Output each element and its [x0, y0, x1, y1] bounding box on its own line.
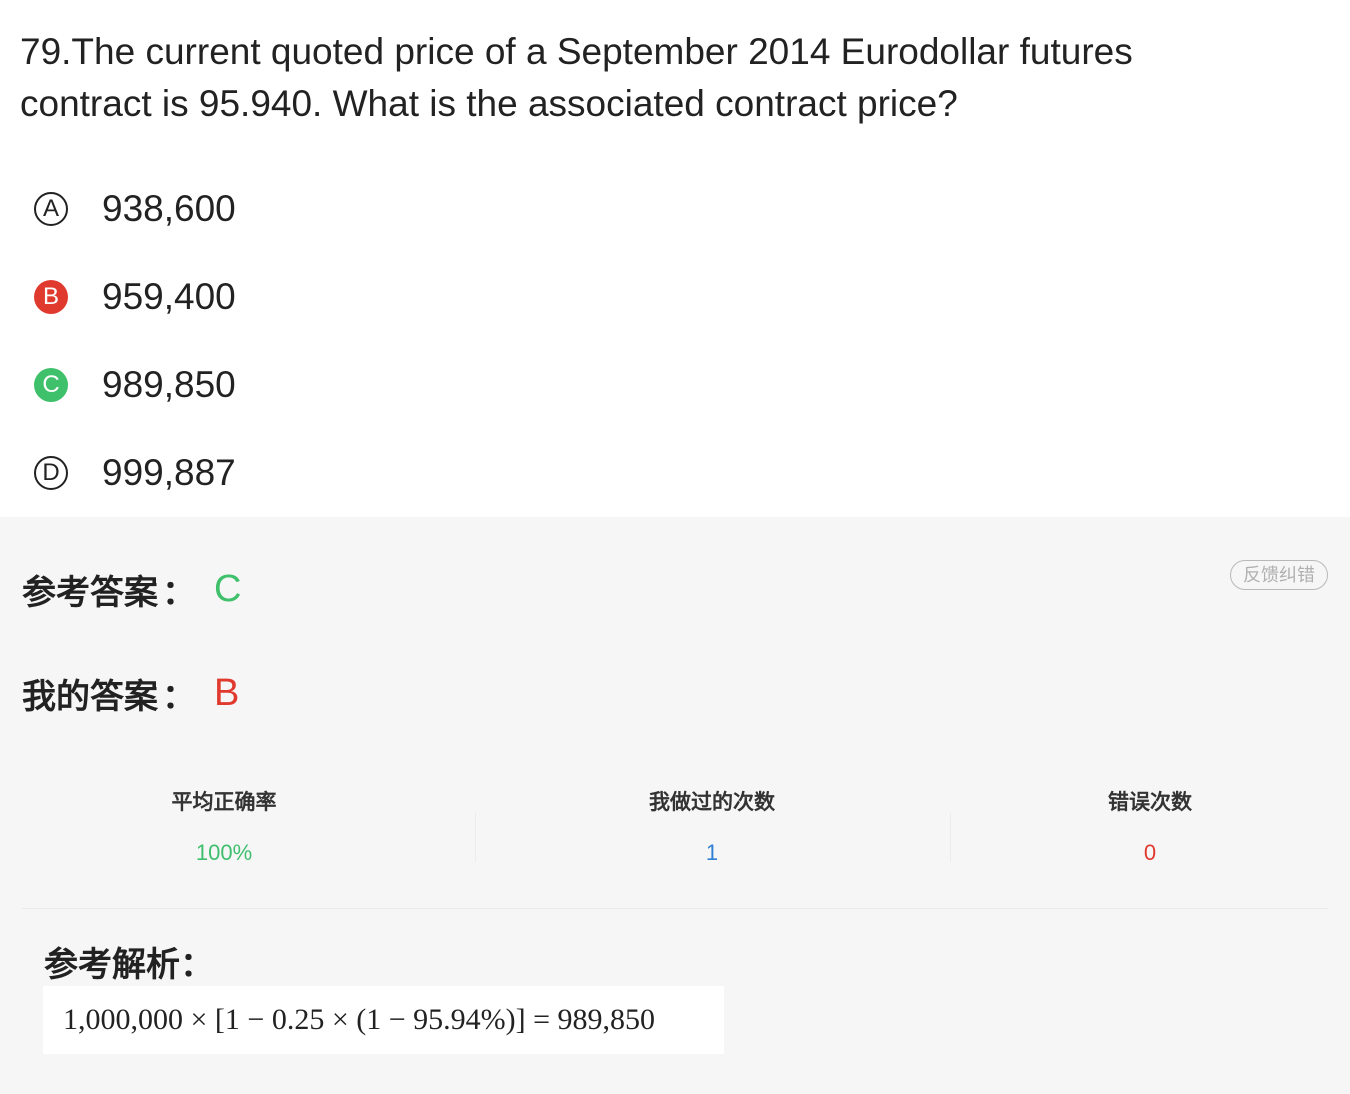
my-answer-colon: ： — [162, 677, 196, 717]
feedback-button[interactable]: 反馈纠错 — [1230, 560, 1328, 590]
reference-answer-row: 参考答案 ： C — [22, 565, 241, 614]
reference-answer-label: 参考答案 — [22, 573, 158, 613]
reference-answer-value: C — [214, 568, 242, 610]
question-area: 79.The current quoted price of a Septemb… — [0, 0, 1350, 517]
option-a-text: 938,600 — [102, 188, 236, 229]
option-c-badge: C — [34, 368, 68, 402]
stat-divider — [475, 812, 476, 862]
stat-average-accuracy-value: 100% — [195, 840, 253, 865]
option-d-text: 999,887 — [102, 452, 236, 493]
stat-times-done-label: 我做过的次数 — [649, 790, 775, 814]
my-answer-row: 我的答案 ： B — [22, 669, 239, 718]
my-answer-label: 我的答案 — [22, 677, 158, 717]
option-c[interactable]: C 989,850 — [34, 363, 236, 407]
analysis-formula: 1,000,000 × [1 − 0.25 × (1 − 95.94%)] = … — [43, 986, 724, 1054]
stats-divider-line — [22, 908, 1328, 909]
answer-panel: 参考答案 ： C 反馈纠错 我的答案 ： B 平均正确率 100% 我做过的次数… — [0, 517, 1350, 1094]
option-b[interactable]: B 959,400 — [34, 275, 236, 319]
stats-section: 平均正确率 100% 我做过的次数 1 错误次数 0 — [0, 782, 1350, 892]
stat-average-accuracy: 平均正确率 100% — [124, 782, 324, 868]
stat-error-count-value: 0 — [1143, 840, 1157, 865]
option-a[interactable]: A 938,600 — [34, 187, 236, 231]
question-text: 79.The current quoted price of a Septemb… — [20, 31, 1133, 124]
stat-times-done: 我做过的次数 1 — [592, 782, 832, 868]
option-c-text: 989,850 — [102, 364, 236, 405]
stat-error-count: 错误次数 0 — [1050, 782, 1250, 868]
my-answer-value: B — [214, 672, 240, 714]
stat-times-done-value: 1 — [705, 840, 719, 865]
stat-divider — [950, 812, 951, 862]
stat-error-count-label: 错误次数 — [1108, 790, 1192, 814]
option-d-badge: D — [34, 456, 68, 490]
option-b-badge: B — [34, 280, 68, 314]
option-a-badge: A — [34, 192, 68, 226]
analysis-title: 参考解析： — [44, 945, 214, 985]
stat-average-accuracy-label: 平均正确率 — [171, 790, 277, 814]
reference-answer-colon: ： — [162, 573, 196, 613]
analysis-formula-text: 1,000,000 × [1 − 0.25 × (1 − 95.94%)] = … — [63, 1003, 656, 1036]
option-d[interactable]: D 999,887 — [34, 451, 236, 495]
option-b-text: 959,400 — [102, 276, 236, 317]
